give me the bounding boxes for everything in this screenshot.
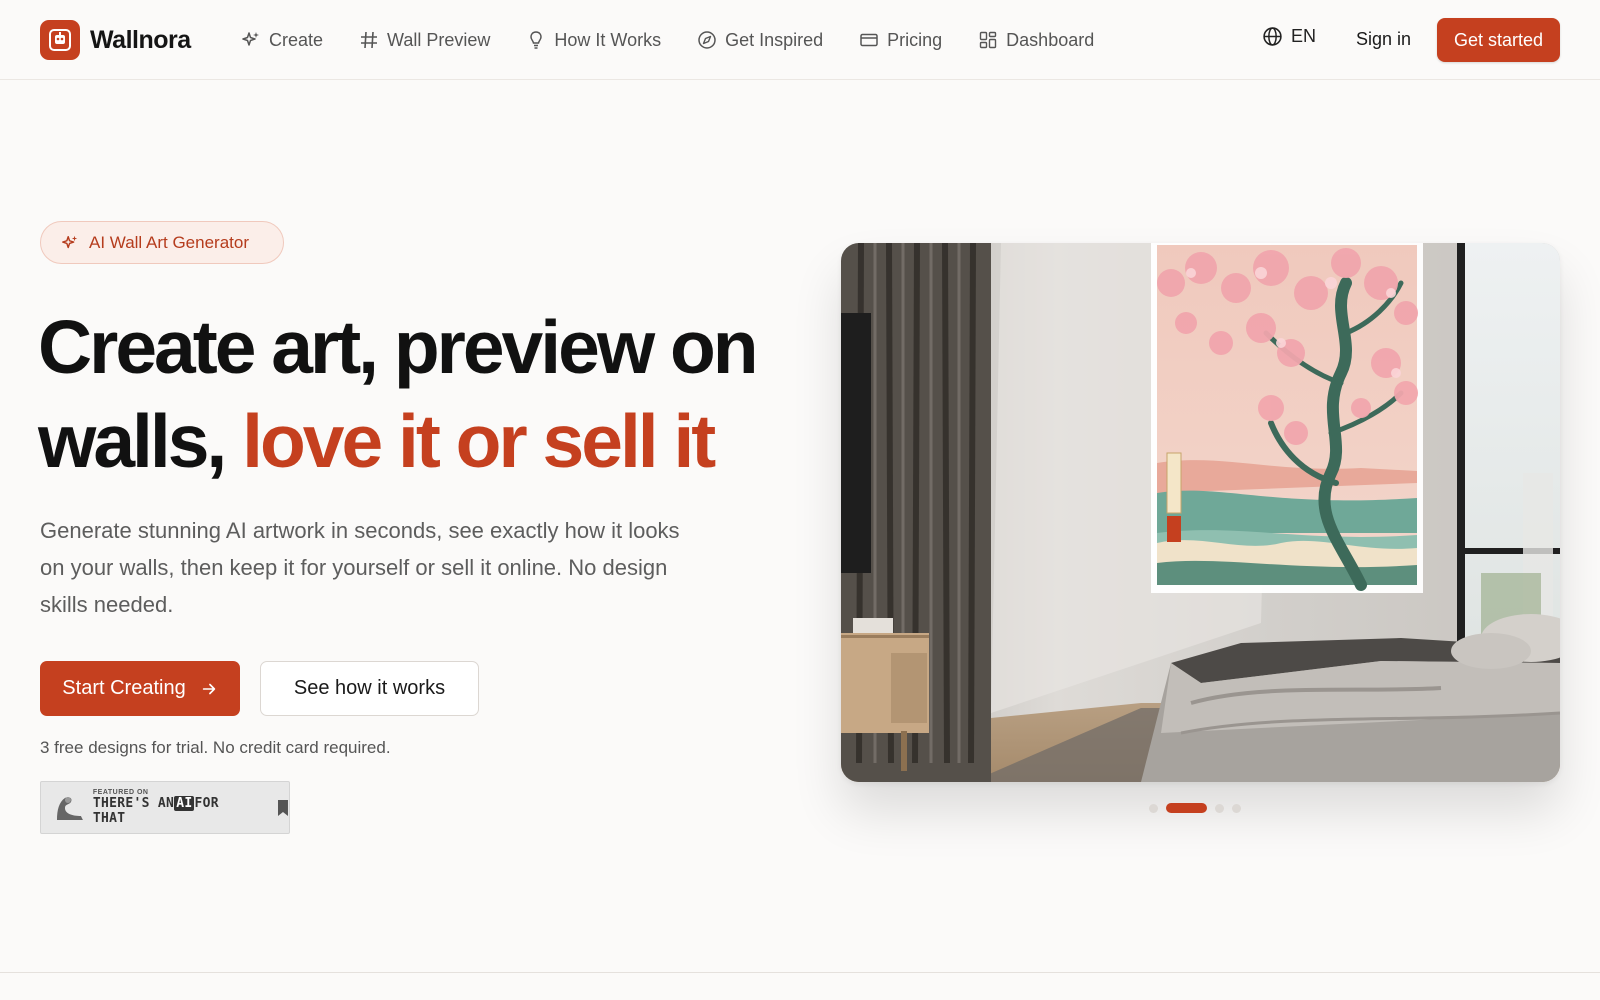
get-started-button[interactable]: Get started bbox=[1437, 18, 1560, 62]
hero-image-card bbox=[841, 243, 1560, 782]
nav-item-dashboard[interactable]: Dashboard bbox=[978, 26, 1094, 54]
nav-label: Wall Preview bbox=[387, 29, 491, 50]
featured-text-1: THERE'S AN bbox=[92, 796, 175, 811]
hero-subtext: Generate stunning AI artwork in seconds,… bbox=[40, 518, 680, 617]
carousel-dots bbox=[1149, 803, 1241, 813]
sign-in-link[interactable]: Sign in bbox=[1356, 29, 1411, 50]
nav-item-how-it-works[interactable]: How It Works bbox=[526, 26, 661, 54]
section-divider bbox=[0, 972, 1600, 973]
badge-label: AI Wall Art Generator bbox=[89, 232, 249, 252]
carousel-dot-active[interactable] bbox=[1166, 803, 1207, 813]
carousel-dot[interactable] bbox=[1232, 803, 1241, 813]
robot-arm-icon bbox=[56, 796, 83, 820]
language-switcher[interactable]: EN bbox=[1262, 26, 1316, 47]
hero-badge: AI Wall Art Generator bbox=[40, 221, 284, 264]
nav-item-wall-preview[interactable]: Wall Preview bbox=[359, 26, 490, 54]
sparkles-icon bbox=[242, 32, 259, 46]
nav-label: Pricing bbox=[887, 29, 943, 50]
dashboard-grid-icon bbox=[979, 31, 997, 49]
credit-card-icon bbox=[860, 33, 878, 47]
brand-name: Wallnora bbox=[90, 25, 191, 54]
headline-accent: love it or sell it bbox=[242, 399, 716, 483]
featured-big-label: THERE'S AN AI FOR THAT bbox=[93, 796, 259, 826]
logo-icon bbox=[40, 20, 80, 60]
featured-small-label: FEATURED ON bbox=[92, 789, 149, 796]
see-how-it-works-button[interactable]: See how it works bbox=[260, 661, 479, 716]
featured-text: FEATURED ON THERE'S AN AI FOR THAT bbox=[93, 789, 259, 826]
nav-label: Create bbox=[269, 29, 324, 50]
lightbulb-icon bbox=[530, 31, 543, 49]
start-creating-button[interactable]: Start Creating bbox=[40, 661, 240, 716]
bedroom-wall-art-image bbox=[841, 243, 1560, 782]
nav-label: Dashboard bbox=[1006, 29, 1095, 50]
language-label: EN bbox=[1291, 26, 1317, 46]
nav-item-get-inspired[interactable]: Get Inspired bbox=[697, 26, 823, 54]
arrow-right-icon bbox=[202, 683, 215, 694]
trial-note: 3 free designs for trial. No credit card… bbox=[40, 738, 391, 757]
carousel-dot[interactable] bbox=[1215, 803, 1224, 813]
button-label: Start Creating bbox=[62, 677, 186, 699]
carousel-dot[interactable] bbox=[1149, 803, 1158, 813]
bookmark-icon bbox=[278, 799, 289, 816]
hash-icon bbox=[361, 31, 378, 49]
top-navbar: Wallnora Create Wall Preview How It Work… bbox=[0, 0, 1600, 80]
sparkles-icon bbox=[62, 235, 78, 248]
globe-icon bbox=[1263, 27, 1282, 46]
nav-label: How It Works bbox=[554, 29, 662, 50]
brand-logo[interactable]: Wallnora bbox=[40, 20, 191, 60]
main-nav: Create Wall Preview How It Works Get Ins… bbox=[241, 26, 1130, 54]
hero-headline: Create art, preview on walls, love it or… bbox=[38, 300, 778, 488]
nav-label: Get Inspired bbox=[725, 29, 824, 50]
nav-item-create[interactable]: Create bbox=[241, 26, 323, 54]
compass-icon bbox=[698, 31, 716, 49]
featured-badge[interactable]: FEATURED ON THERE'S AN AI FOR THAT bbox=[40, 781, 290, 834]
nav-item-pricing[interactable]: Pricing bbox=[859, 26, 942, 54]
featured-ai: AI bbox=[174, 796, 195, 811]
